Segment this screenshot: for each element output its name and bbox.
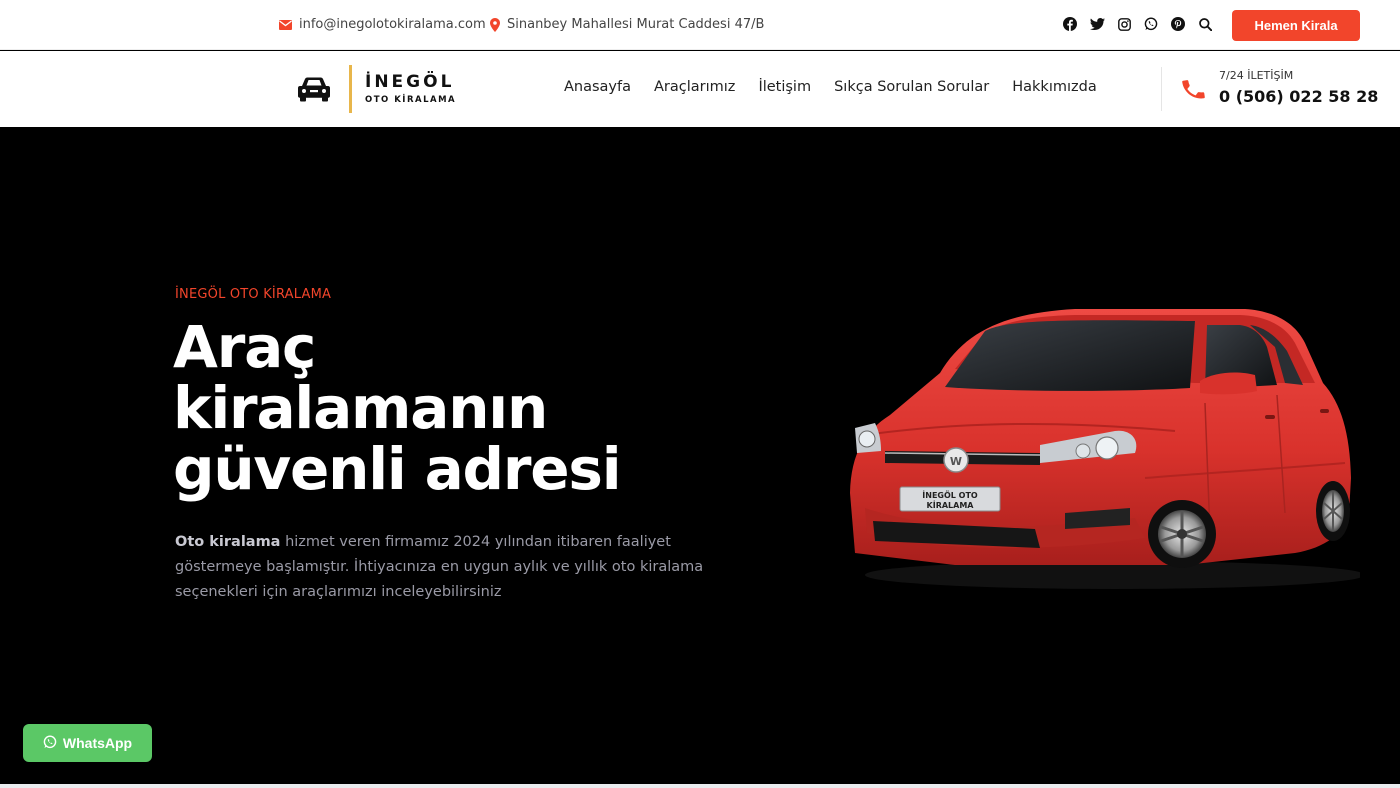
- envelope-icon: [279, 19, 292, 30]
- hero-eyebrow: İNEGÖL OTO KİRALAMA: [175, 287, 332, 302]
- contact-label: 7/24 İLETİŞİM: [1219, 69, 1294, 82]
- facebook-icon[interactable]: [1062, 16, 1078, 32]
- hero-description: Oto kiralama hizmet veren firmamız 2024 …: [175, 530, 735, 605]
- address-text: Sinanbey Mahallesi Murat Caddesi 47/B: [507, 17, 765, 32]
- logo-divider: [349, 65, 352, 113]
- search-icon[interactable]: [1197, 16, 1213, 32]
- address-contact: Sinanbey Mahallesi Murat Caddesi 47/B: [490, 17, 764, 32]
- whatsapp-chat-button[interactable]: WhatsApp: [23, 724, 152, 762]
- nav-item-contact[interactable]: İletişim: [758, 79, 811, 95]
- main-nav: Anasayfa Araçlarımız İletişim Sıkça Soru…: [564, 79, 1097, 95]
- nav-item-vehicles[interactable]: Araçlarımız: [654, 79, 735, 95]
- pinterest-icon[interactable]: [1170, 16, 1186, 32]
- email-text[interactable]: info@inegolotokiralama.com: [299, 17, 486, 32]
- headline-line: Araç: [173, 313, 316, 381]
- desc-highlight: Oto kiralama: [175, 534, 281, 550]
- header-divider: [1161, 67, 1162, 111]
- hero-headline: Araç kiralamanın güvenli adresi: [173, 317, 693, 500]
- brand-subtitle: OTO KİRALAMA: [365, 95, 457, 105]
- phone-number[interactable]: 0 (506) 022 58 28: [1219, 87, 1378, 106]
- top-bar: info@inegolotokiralama.com Sinanbey Maha…: [0, 0, 1400, 50]
- plate-line: İNEGÖL OTO: [922, 490, 978, 500]
- twitter-icon[interactable]: [1089, 16, 1105, 32]
- bottom-border: [0, 784, 1400, 788]
- hero-car-image: W İNEGÖL OTO KİRALAMA: [845, 303, 1365, 607]
- site-logo[interactable]: İNEGÖL OTO KİRALAMA: [296, 65, 456, 113]
- headline-line: güvenli adresi: [173, 435, 622, 503]
- nav-item-home[interactable]: Anasayfa: [564, 79, 631, 95]
- svg-text:W: W: [950, 455, 962, 468]
- car-logo-icon: [296, 75, 332, 103]
- social-links: [1062, 16, 1213, 32]
- hero-section: İNEGÖL OTO KİRALAMA Araç kiralamanın güv…: [0, 127, 1400, 784]
- brand-name: İNEGÖL: [365, 72, 455, 92]
- map-pin-icon: [490, 17, 500, 32]
- headline-line: kiralamanın: [173, 374, 548, 442]
- nav-item-faq[interactable]: Sıkça Sorulan Sorular: [834, 79, 989, 95]
- whatsapp-icon: [43, 735, 57, 752]
- email-contact[interactable]: info@inegolotokiralama.com: [279, 17, 486, 32]
- whatsapp-icon[interactable]: [1143, 16, 1159, 32]
- whatsapp-label: WhatsApp: [62, 735, 133, 751]
- plate-line: KİRALAMA: [927, 500, 975, 510]
- nav-item-about[interactable]: Hakkımızda: [1012, 79, 1096, 95]
- phone-icon: [1180, 76, 1207, 107]
- rent-now-button[interactable]: Hemen Kirala: [1232, 10, 1360, 41]
- instagram-icon[interactable]: [1116, 16, 1132, 32]
- main-header: İNEGÖL OTO KİRALAMA Anasayfa Araçlarımız…: [0, 51, 1400, 127]
- logo-text: İNEGÖL OTO KİRALAMA: [365, 73, 456, 105]
